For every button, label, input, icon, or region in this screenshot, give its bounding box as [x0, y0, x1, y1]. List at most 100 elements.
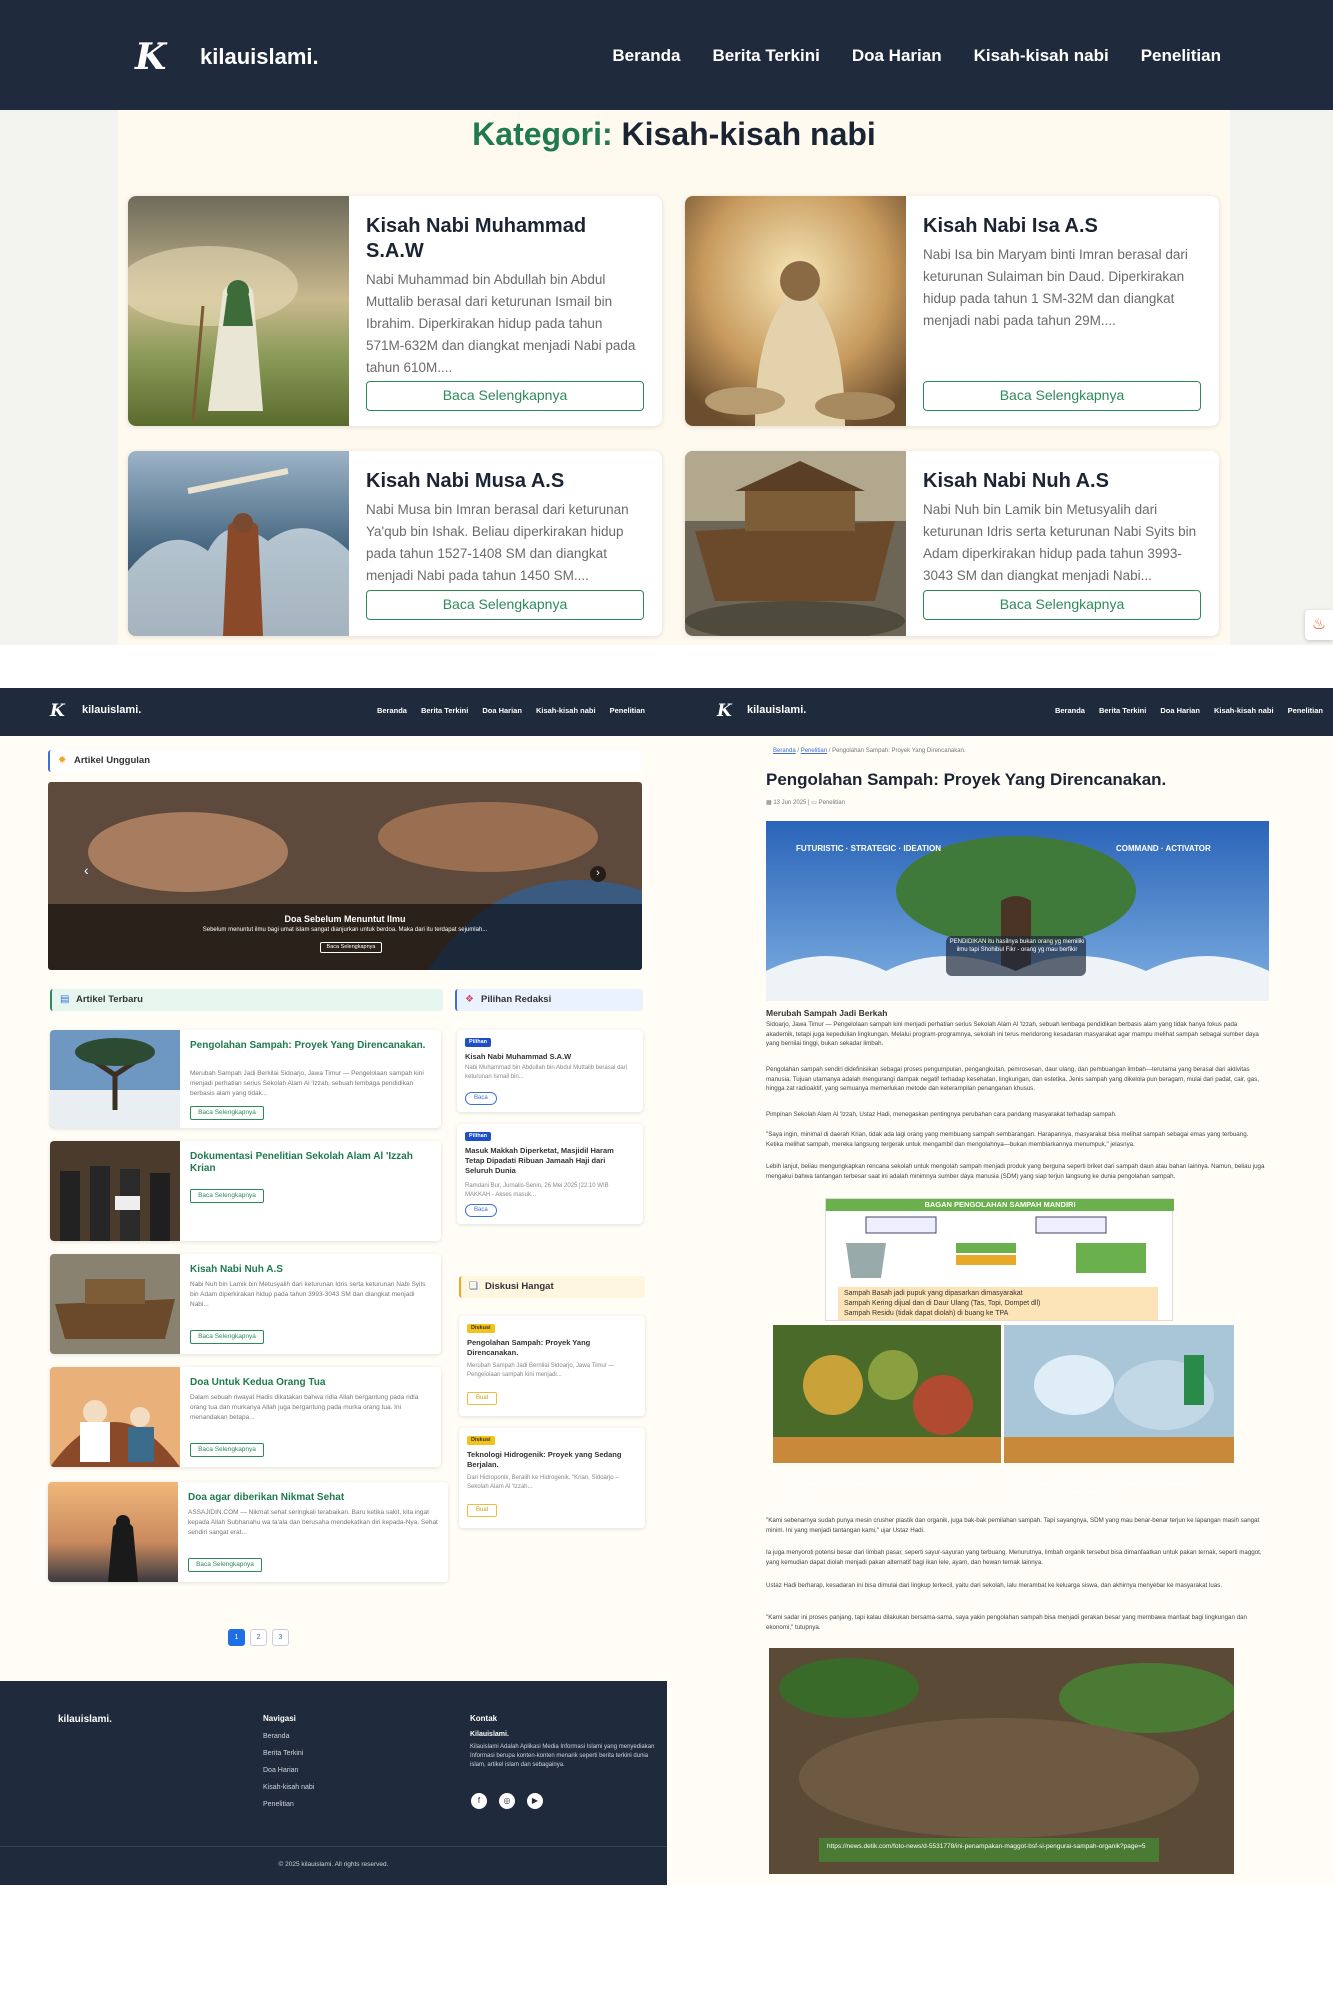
footer-nav-title: Navigasi [263, 1714, 296, 1723]
article-image [50, 1141, 180, 1241]
footer-contact-desc: Kilauislami Adalah Aplikasi Media Inform… [470, 1744, 655, 1768]
read-more-button[interactable]: Baca Selengkapnya [366, 590, 644, 620]
page-title: Kategori: Kisah-kisah nabi [118, 116, 1230, 153]
article-title[interactable]: Dokumentasi Penelitian Sekolah Alam Al '… [190, 1151, 433, 1175]
photo-caption[interactable]: https://www.prjctreoco.com/2022/07/08/ca… [787, 1481, 987, 1497]
photo-caption[interactable]: https://ppapercup.com/tag/sampah-plastik… [1017, 1481, 1217, 1497]
nav-penelitian[interactable]: Penelitian [610, 706, 645, 715]
read-more-button[interactable]: Baca Selengkapnya [190, 1443, 264, 1457]
nav-penelitian[interactable]: Penelitian [1288, 706, 1323, 715]
breadcrumb-penelitian[interactable]: Penelitian [801, 748, 827, 754]
slide-read-more-button[interactable]: Baca Selengkapnya [320, 942, 382, 953]
nav-penelitian[interactable]: Penelitian [1141, 46, 1221, 66]
article-title[interactable]: Kisah Nabi Nuh A.S [190, 1264, 433, 1276]
nav-links: Beranda Berita Terkini Doa Harian Kisah-… [1055, 706, 1323, 715]
nav-berita-terkini[interactable]: Berita Terkini [712, 46, 819, 66]
featured-slider[interactable]: ‹ › Doa Sebelum Menuntut Ilmu Sebelum me… [48, 782, 642, 970]
buat-button[interactable]: Buat [467, 1392, 498, 1405]
category-container: Kategori: Kisah-kisah nabi Kisah Nabi Mu… [118, 110, 1230, 645]
article-title[interactable]: Doa Untuk Kedua Orang Tua [190, 1377, 433, 1389]
discussion-title[interactable]: Teknologi Hidrogenik: Proyek yang Sedang… [467, 1450, 637, 1470]
article-page: K kilauislami. Beranda Berita Terkini Do… [667, 688, 1333, 1885]
footer-link-berita[interactable]: Berita Terkini [263, 1750, 303, 1757]
brand-name[interactable]: kilauislami. [747, 704, 806, 716]
story-title[interactable]: Kisah Nabi Musa A.S [366, 469, 644, 494]
article-date: 13 Jun 2025 [773, 800, 807, 806]
page-3-button[interactable]: 3 [272, 1629, 289, 1646]
svg-text:COMMAND · ACTIVATOR: COMMAND · ACTIVATOR [1116, 844, 1211, 853]
read-more-button[interactable]: Baca Selengkapnya [366, 381, 644, 411]
footer-link-kisah[interactable]: Kisah-kisah nabi [263, 1784, 314, 1791]
brand-name[interactable]: kilauislami. [200, 44, 319, 70]
story-card-nuh: Kisah Nabi Nuh A.S Nabi Nuh bin Lamik bi… [685, 451, 1219, 636]
read-more-button[interactable]: Baca Selengkapnya [190, 1330, 264, 1344]
pick-title[interactable]: Masuk Makkah Diperketat, Masjidil Haram … [465, 1146, 635, 1176]
article-title[interactable]: Doa agar diberikan Nikmat Sehat [188, 1492, 440, 1504]
star-icon: ✸ [58, 755, 67, 766]
nav-doa-harian[interactable]: Doa Harian [852, 46, 942, 66]
facebook-icon[interactable]: f [471, 1793, 487, 1809]
logo-icon[interactable]: K [135, 36, 166, 78]
page-1-button[interactable]: 1 [228, 1629, 245, 1646]
footer-contact-title: Kontak [470, 1714, 498, 1723]
logo-icon[interactable]: K [717, 701, 732, 721]
article-paragraph: "Kami sebenarnya sudah punya mesin crush… [766, 1517, 1260, 1534]
buat-button[interactable]: Buat [467, 1504, 498, 1517]
article-title[interactable]: Pengolahan Sampah: Proyek Yang Direncana… [190, 1040, 433, 1052]
nav-beranda[interactable]: Beranda [377, 706, 407, 715]
picks-header: ❖ Pilihan Redaksi [455, 989, 643, 1011]
home-navbar: K kilauislami. Beranda Berita Terkini Do… [0, 688, 667, 736]
footer-link-beranda[interactable]: Beranda [263, 1733, 289, 1740]
page-2-button[interactable]: 2 [250, 1629, 267, 1646]
calendar-icon: ▦ [766, 800, 772, 806]
tag-badge: Diskusi [467, 1436, 495, 1445]
article-subtitle: Merubah Sampah Jadi Berkah [766, 1008, 888, 1018]
article-title: Pengolahan Sampah: Proyek Yang Direncana… [766, 770, 1167, 789]
read-more-button[interactable]: Baca Selengkapnya [923, 381, 1201, 411]
story-title[interactable]: Kisah Nabi Isa A.S [923, 214, 1201, 239]
plastic-photo [1004, 1325, 1234, 1463]
nav-berita-terkini[interactable]: Berita Terkini [1099, 706, 1146, 715]
discussion-card: Diskusi Teknologi Hidrogenik: Proyek yan… [459, 1428, 645, 1528]
nav-kisah-nabi[interactable]: Kisah-kisah nabi [536, 706, 596, 715]
banner-caption: PENDIDIKAN itu hasilnya bukan orang yg m… [949, 939, 1085, 953]
nav-kisah-nabi[interactable]: Kisah-kisah nabi [974, 46, 1109, 66]
nav-doa-harian[interactable]: Doa Harian [1160, 706, 1200, 715]
footer-contact-name: Kilauislami. [470, 1731, 509, 1738]
read-more-button[interactable]: Baca Selengkapnya [923, 590, 1201, 620]
nav-beranda[interactable]: Beranda [612, 46, 680, 66]
copyright: © 2025 kilauislami. All rights reserved. [278, 1861, 389, 1868]
slider-next-button[interactable]: › [590, 866, 606, 882]
read-more-button[interactable]: Baca Selengkapnya [190, 1106, 264, 1120]
breadcrumb-beranda[interactable]: Beranda [773, 748, 796, 754]
photo-caption[interactable]: https://news.detik.com/foto-news/d-55317… [827, 1843, 1147, 1851]
logo-icon[interactable]: K [50, 701, 65, 721]
story-desc: Nabi Nuh bin Lamik bin Metusyalih dari k… [923, 502, 1197, 583]
article-navbar: K kilauislami. Beranda Berita Terkini Do… [667, 688, 1333, 736]
svg-text:FUTURISTIC · STRATEGIC · IDEAT: FUTURISTIC · STRATEGIC · IDEATION [796, 844, 941, 853]
nav-doa-harian[interactable]: Doa Harian [482, 706, 522, 715]
read-more-button[interactable]: Baca Selengkapnya [190, 1189, 264, 1203]
story-title[interactable]: Kisah Nabi Muhammad S.A.W [366, 214, 644, 264]
nav-berita-terkini[interactable]: Berita Terkini [421, 706, 468, 715]
article-image [48, 1482, 178, 1582]
read-more-button[interactable]: Baca Selengkapnya [188, 1558, 262, 1572]
footer-link-doa[interactable]: Doa Harian [263, 1767, 298, 1774]
instagram-icon[interactable]: ◎ [499, 1793, 515, 1809]
slider-prev-button[interactable]: ‹ [84, 862, 89, 878]
brand-name[interactable]: kilauislami. [82, 704, 141, 716]
flame-icon[interactable]: ♨ [1305, 610, 1333, 640]
latest-article-card: Doa agar diberikan Nikmat Sehat ASSAJIDI… [48, 1482, 448, 1582]
read-button[interactable]: Baca [465, 1204, 497, 1217]
read-button[interactable]: Baca [465, 1092, 497, 1105]
footer-link-penelitian[interactable]: Penelitian [263, 1801, 294, 1808]
nav-kisah-nabi[interactable]: Kisah-kisah nabi [1214, 706, 1274, 715]
youtube-icon[interactable]: ▶ [527, 1793, 543, 1809]
story-card-isa: Kisah Nabi Isa A.S Nabi Isa bin Maryam b… [685, 196, 1219, 426]
chart-legend: Sampah Basah jadi pupuk yang dipasarkan … [838, 1287, 1158, 1320]
story-title[interactable]: Kisah Nabi Nuh A.S [923, 469, 1201, 494]
story-image-nuh [685, 451, 906, 636]
nav-beranda[interactable]: Beranda [1055, 706, 1085, 715]
discussion-title[interactable]: Pengolahan Sampah: Proyek Yang Direncana… [467, 1338, 637, 1358]
pick-title[interactable]: Kisah Nabi Muhammad S.A.W [465, 1052, 635, 1062]
